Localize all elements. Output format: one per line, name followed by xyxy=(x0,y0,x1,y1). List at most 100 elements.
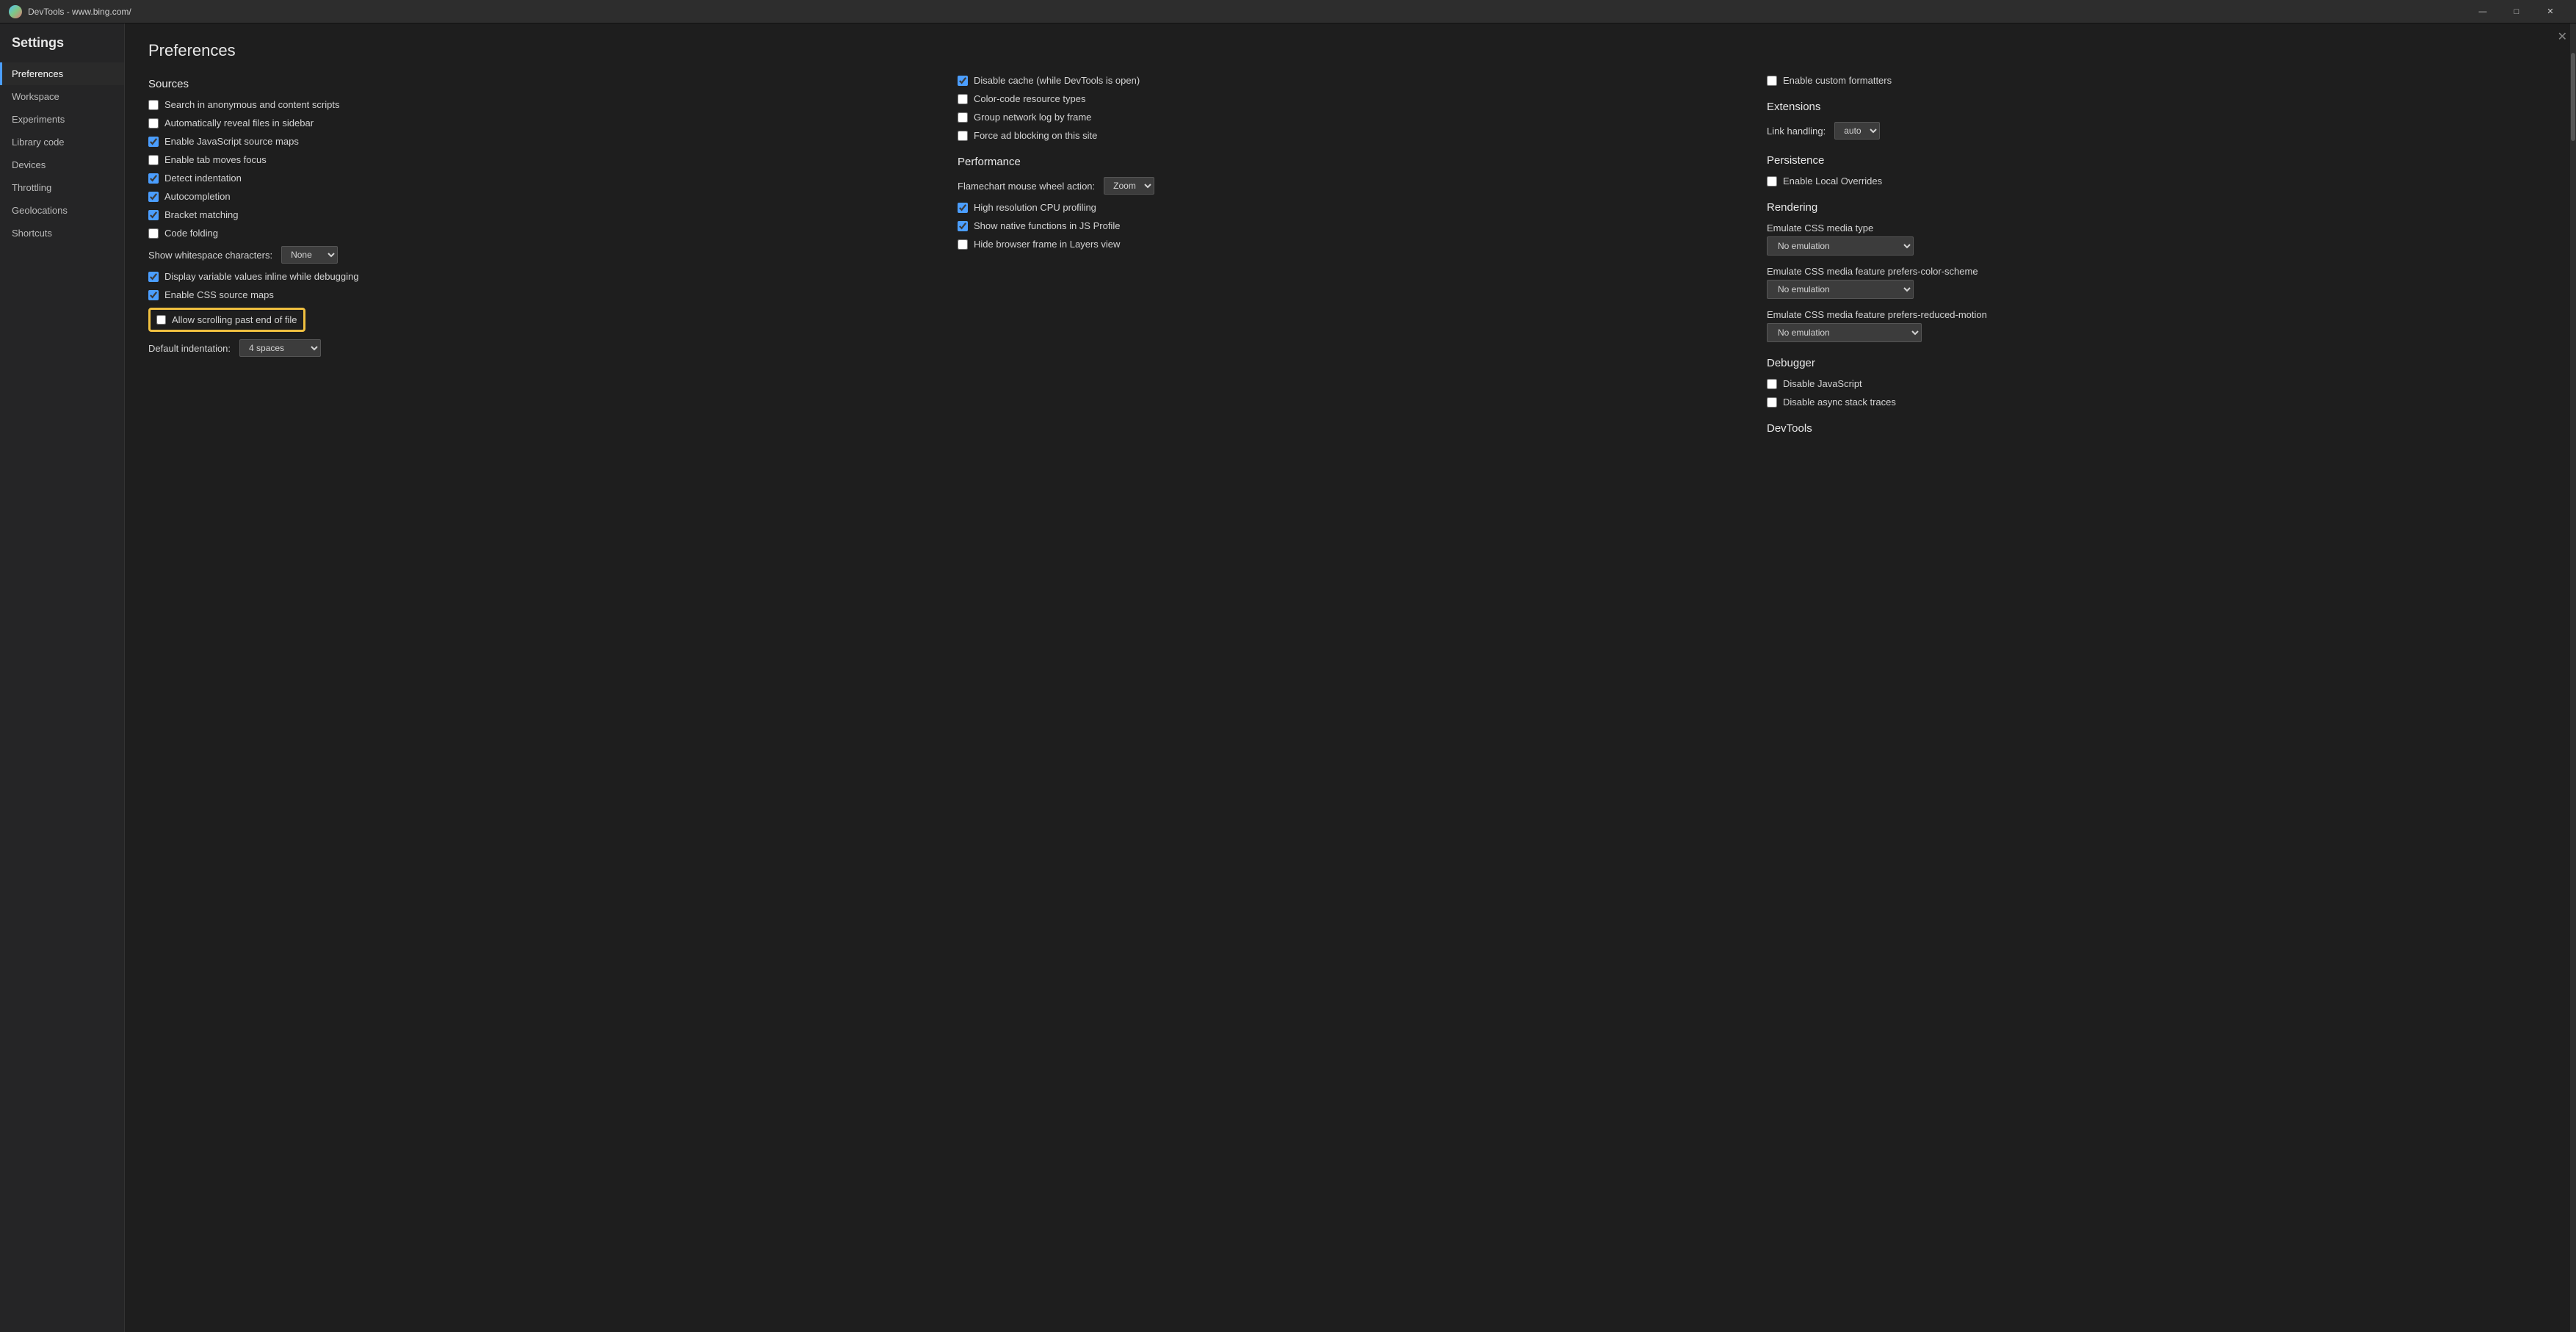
css-media-type-select[interactable]: No emulation print screen xyxy=(1767,236,1914,256)
color-code-resources-label[interactable]: Color-code resource types xyxy=(974,93,1085,104)
app-icon xyxy=(9,5,22,18)
performance-checkboxes: High resolution CPU profiling Show native… xyxy=(958,202,1737,250)
checkbox-row-disable-cache: Disable cache (while DevTools is open) xyxy=(958,75,1737,86)
section-devtools: DevTools xyxy=(1767,422,2547,435)
indentation-row: Default indentation: 2 spaces 4 spaces 8… xyxy=(148,339,928,357)
disable-cache-label[interactable]: Disable cache (while DevTools is open) xyxy=(974,75,1140,86)
detect-indentation-label[interactable]: Detect indentation xyxy=(164,173,242,184)
tab-moves-focus-label[interactable]: Enable tab moves focus xyxy=(164,154,267,165)
section-persistence: Persistence xyxy=(1767,154,2547,167)
flamechart-select[interactable]: Zoom Scroll xyxy=(1104,177,1154,195)
section-sources: Sources xyxy=(148,78,928,90)
col-right: Enable custom formatters Extensions Link… xyxy=(1767,41,2547,1314)
search-anonymous-checkbox[interactable] xyxy=(148,100,159,110)
detect-indentation-checkbox[interactable] xyxy=(148,173,159,184)
checkbox-row-bracket-matching: Bracket matching xyxy=(148,209,928,220)
css-prefers-motion-select[interactable]: No emulation prefers-reduced-motion: red… xyxy=(1767,323,1922,342)
bracket-matching-checkbox[interactable] xyxy=(148,210,159,220)
col-network-performance: Disable cache (while DevTools is open) Co… xyxy=(958,41,1737,1314)
sidebar-item-experiments[interactable]: Experiments xyxy=(0,108,124,131)
bracket-matching-label[interactable]: Bracket matching xyxy=(164,209,238,220)
disable-async-traces-checkbox[interactable] xyxy=(1767,397,1777,408)
force-ad-blocking-label[interactable]: Force ad blocking on this site xyxy=(974,130,1097,141)
css-prefers-color-select[interactable]: No emulation prefers-color-scheme: dark … xyxy=(1767,280,1914,299)
display-variable-inline-checkbox[interactable] xyxy=(148,272,159,282)
section-rendering: Rendering xyxy=(1767,201,2547,214)
checkbox-row-hide-browser-frame: Hide browser frame in Layers view xyxy=(958,239,1737,250)
high-res-cpu-label[interactable]: High resolution CPU profiling xyxy=(974,202,1096,213)
scrollbar[interactable] xyxy=(2570,23,2576,1332)
force-ad-blocking-checkbox[interactable] xyxy=(958,131,968,141)
autocompletion-checkbox[interactable] xyxy=(148,192,159,202)
sidebar-item-geolocations[interactable]: Geolocations xyxy=(0,199,124,222)
autocompletion-label[interactable]: Autocompletion xyxy=(164,191,231,202)
group-network-log-label[interactable]: Group network log by frame xyxy=(974,112,1091,123)
sidebar-item-throttling[interactable]: Throttling xyxy=(0,176,124,199)
js-source-maps-checkbox[interactable] xyxy=(148,137,159,147)
maximize-button[interactable]: □ xyxy=(2500,0,2533,23)
section-debugger: Debugger xyxy=(1767,357,2547,369)
local-overrides-label[interactable]: Enable Local Overrides xyxy=(1783,175,1882,187)
link-handling-select[interactable]: auto xyxy=(1834,122,1880,140)
settings-close-button[interactable]: ✕ xyxy=(2558,29,2567,44)
local-overrides-checkbox[interactable] xyxy=(1767,176,1777,187)
disable-js-checkbox[interactable] xyxy=(1767,379,1777,389)
network-checkboxes: Disable cache (while DevTools is open) Co… xyxy=(958,75,1737,141)
search-anonymous-label[interactable]: Search in anonymous and content scripts xyxy=(164,99,339,110)
checkbox-row-disable-js: Disable JavaScript xyxy=(1767,378,2547,389)
checkbox-row-css-source-maps: Enable CSS source maps xyxy=(148,289,928,300)
code-folding-label[interactable]: Code folding xyxy=(164,228,218,239)
checkbox-row-detect-indentation: Detect indentation xyxy=(148,173,928,184)
css-prefers-motion-row: Emulate CSS media feature prefers-reduce… xyxy=(1767,309,2547,342)
group-network-log-checkbox[interactable] xyxy=(958,112,968,123)
sidebar-item-workspace[interactable]: Workspace xyxy=(0,85,124,108)
settings-title: Settings xyxy=(0,35,124,62)
page-title: Preferences xyxy=(148,41,928,60)
css-prefers-color-row: Emulate CSS media feature prefers-color-… xyxy=(1767,266,2547,299)
css-source-maps-checkbox[interactable] xyxy=(148,290,159,300)
js-source-maps-label[interactable]: Enable JavaScript source maps xyxy=(164,136,299,147)
checkbox-row-disable-async-traces: Disable async stack traces xyxy=(1767,397,2547,408)
disable-async-traces-label[interactable]: Disable async stack traces xyxy=(1783,397,1896,408)
code-folding-checkbox[interactable] xyxy=(148,228,159,239)
sidebar-item-preferences[interactable]: Preferences xyxy=(0,62,124,85)
auto-reveal-label[interactable]: Automatically reveal files in sidebar xyxy=(164,117,314,129)
checkbox-row-display-variable-inline: Display variable values inline while deb… xyxy=(148,271,928,282)
hide-browser-frame-label[interactable]: Hide browser frame in Layers view xyxy=(974,239,1120,250)
high-res-cpu-checkbox[interactable] xyxy=(958,203,968,213)
disable-cache-checkbox[interactable] xyxy=(958,76,968,86)
whitespace-select[interactable]: None All Trailing xyxy=(281,246,338,264)
main-content: ✕ Preferences Sources Search in anonymou… xyxy=(125,23,2570,1332)
custom-formatters-checkbox[interactable] xyxy=(1767,76,1777,86)
disable-js-label[interactable]: Disable JavaScript xyxy=(1783,378,1862,389)
close-button[interactable]: ✕ xyxy=(2533,0,2567,23)
allow-scrolling-label[interactable]: Allow scrolling past end of file xyxy=(172,314,297,325)
col-sources: Preferences Sources Search in anonymous … xyxy=(148,41,928,1314)
checkbox-row-color-code-resources: Color-code resource types xyxy=(958,93,1737,104)
css-media-type-label: Emulate CSS media type xyxy=(1767,222,2547,234)
sources-checkboxes: Search in anonymous and content scripts A… xyxy=(148,99,928,239)
sidebar-item-shortcuts[interactable]: Shortcuts xyxy=(0,222,124,245)
local-overrides-row: Enable Local Overrides xyxy=(1767,175,2547,187)
checkbox-row-code-folding: Code folding xyxy=(148,228,928,239)
display-variable-inline-label[interactable]: Display variable values inline while deb… xyxy=(164,271,359,282)
sidebar-item-library-code[interactable]: Library code xyxy=(0,131,124,153)
indentation-select[interactable]: 2 spaces 4 spaces 8 spaces Tab character xyxy=(239,339,321,357)
link-handling-label: Link handling: xyxy=(1767,126,1826,137)
indentation-label: Default indentation: xyxy=(148,343,231,354)
show-native-functions-label[interactable]: Show native functions in JS Profile xyxy=(974,220,1120,231)
minimize-button[interactable]: — xyxy=(2466,0,2500,23)
auto-reveal-checkbox[interactable] xyxy=(148,118,159,129)
custom-formatters-label[interactable]: Enable custom formatters xyxy=(1783,75,1892,86)
sidebar-item-devices[interactable]: Devices xyxy=(0,153,124,176)
checkbox-row-autocompletion: Autocompletion xyxy=(148,191,928,202)
hide-browser-frame-checkbox[interactable] xyxy=(958,239,968,250)
tab-moves-focus-checkbox[interactable] xyxy=(148,155,159,165)
color-code-resources-checkbox[interactable] xyxy=(958,94,968,104)
titlebar: DevTools - www.bing.com/ — □ ✕ xyxy=(0,0,2576,23)
css-source-maps-label[interactable]: Enable CSS source maps xyxy=(164,289,274,300)
allow-scrolling-checkbox[interactable] xyxy=(156,315,166,325)
checkbox-row-high-res-cpu: High resolution CPU profiling xyxy=(958,202,1737,213)
section-performance: Performance xyxy=(958,156,1737,168)
show-native-functions-checkbox[interactable] xyxy=(958,221,968,231)
